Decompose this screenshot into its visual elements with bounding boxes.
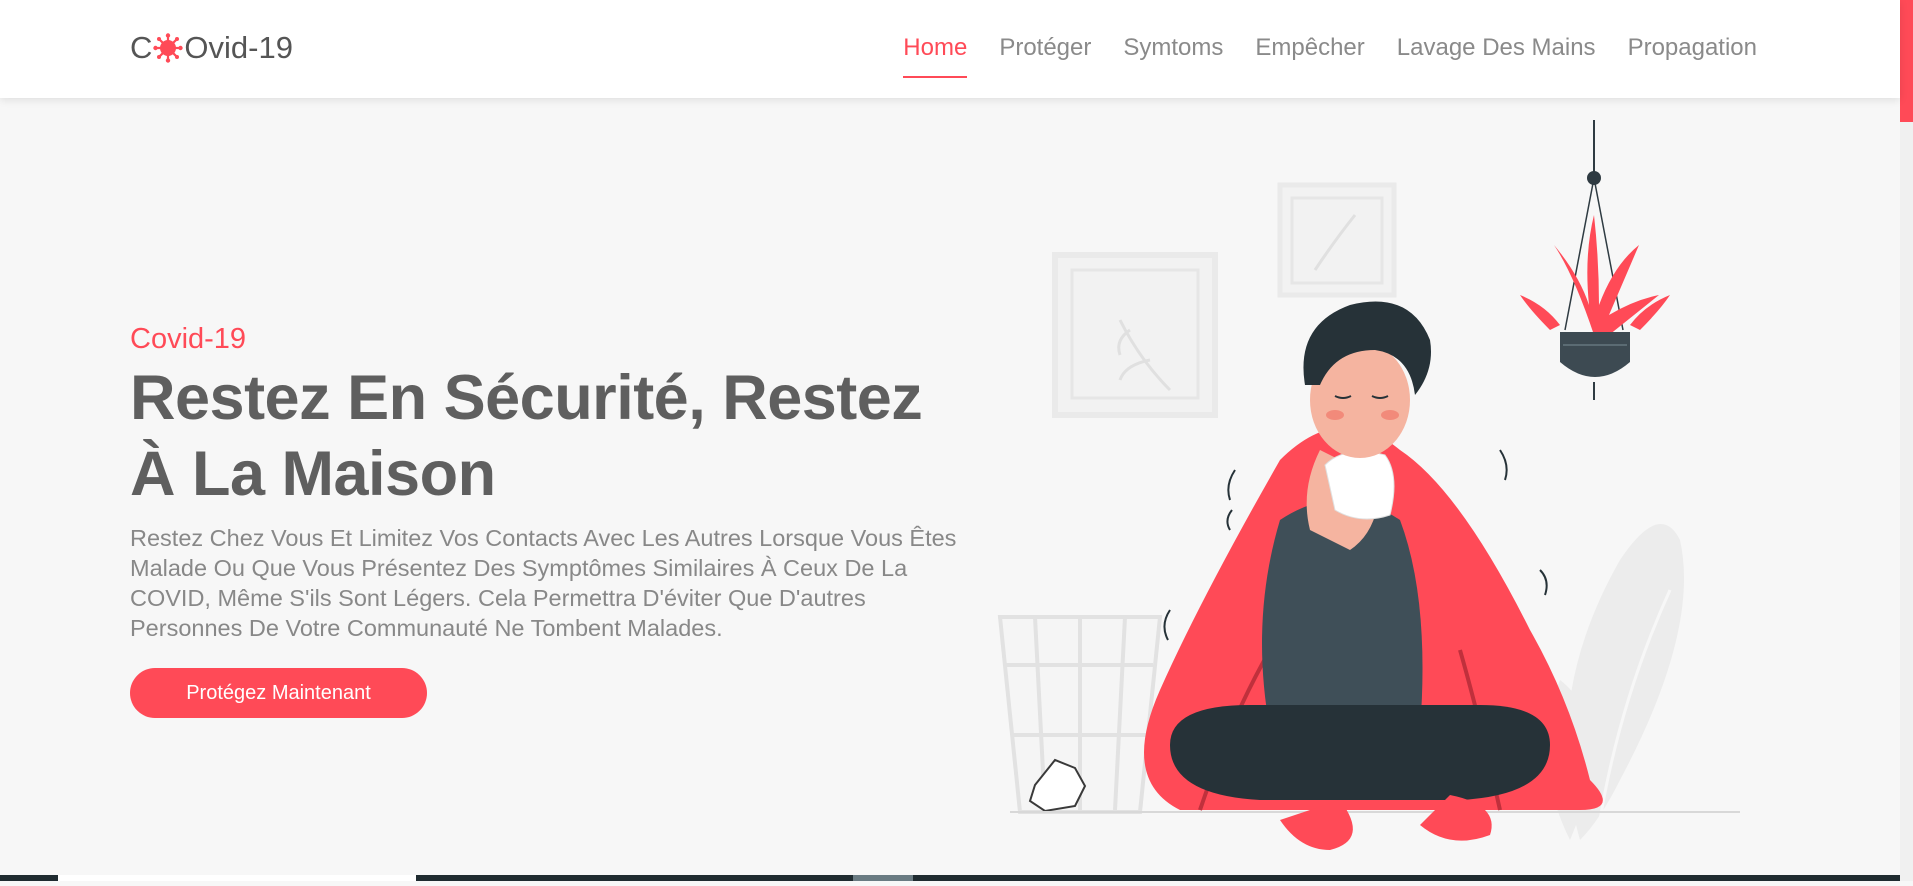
bottom-strip-marker bbox=[853, 875, 913, 881]
virus-icon bbox=[153, 33, 184, 63]
wall-frame-large bbox=[1052, 252, 1218, 418]
logo-prefix: C bbox=[130, 30, 153, 65]
scrollbar-thumb[interactable] bbox=[1900, 0, 1913, 122]
hero-eyebrow: Covid-19 bbox=[130, 323, 247, 355]
sick-man-sneezing-illustration bbox=[980, 120, 1760, 881]
protect-now-button[interactable]: Protégez Maintenant bbox=[130, 668, 427, 718]
hero-description: Restez Chez Vous Et Limitez Vos Contacts… bbox=[130, 525, 957, 641]
hero-title: Restez En Sécurité, Restez À La Maison bbox=[130, 363, 923, 509]
site-header: C Ovid-19 Home Protéger Symtoms Empêcher… bbox=[0, 0, 1900, 98]
main-nav: Home Protéger Symtoms Empêcher Lavage De… bbox=[871, 30, 1757, 78]
bottom-strip-highlight bbox=[58, 875, 416, 881]
scrollbar-track[interactable] bbox=[1900, 0, 1913, 881]
nav-empecher[interactable]: Empêcher bbox=[1255, 30, 1364, 78]
nav-home[interactable]: Home bbox=[903, 30, 968, 78]
site-logo[interactable]: C Ovid-19 bbox=[130, 30, 293, 66]
logo-suffix: Ovid-19 bbox=[184, 30, 293, 65]
nav-proteger[interactable]: Protéger bbox=[999, 30, 1091, 78]
nav-lavage-des-mains[interactable]: Lavage Des Mains bbox=[1397, 30, 1596, 78]
nav-symtoms[interactable]: Symtoms bbox=[1123, 30, 1223, 78]
nav-propagation[interactable]: Propagation bbox=[1628, 30, 1757, 78]
